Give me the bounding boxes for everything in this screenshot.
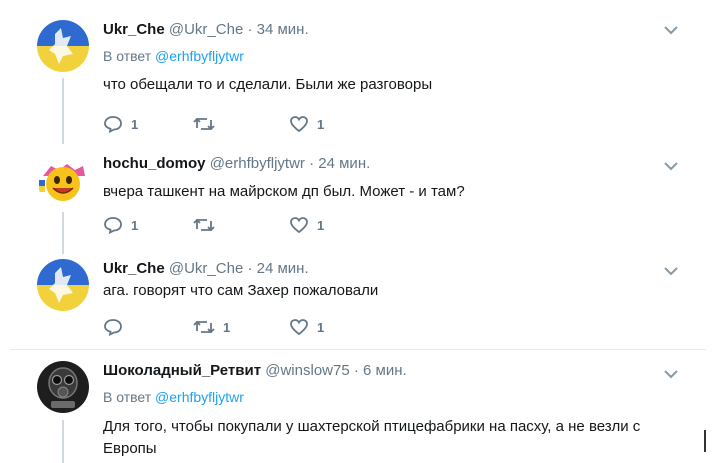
tweet-2[interactable]: hochu_domoy @erhfbyfljytwr · 24 мин. вче… xyxy=(0,150,706,254)
reply-to: В ответ @erhfbyfljytwr xyxy=(103,389,244,405)
like-count: 1 xyxy=(317,217,325,233)
timestamp[interactable]: · 24 мин. xyxy=(309,155,370,172)
retweet-button[interactable] xyxy=(193,214,223,236)
reply-handle-link[interactable]: @erhfbyfljytwr xyxy=(155,48,244,64)
tweet-text: что обещали то и сделали. Были же разгов… xyxy=(103,76,433,93)
like-count: 1 xyxy=(317,116,325,132)
display-name[interactable]: hochu_domoy xyxy=(103,155,206,172)
tweet-1[interactable]: Ukr_Che @Ukr_Che · 34 мин. В ответ @erhf… xyxy=(0,14,706,144)
window-edge xyxy=(704,430,706,452)
retweet-icon xyxy=(193,218,215,232)
tweet-header: Шоколадный_Ретвит @winslow75 · 6 мин. xyxy=(103,362,407,379)
separator xyxy=(10,349,706,350)
tweet-actions: 1 1 xyxy=(103,214,363,236)
timestamp[interactable]: · 34 мин. xyxy=(247,21,308,38)
gasmask-icon xyxy=(37,361,89,413)
heart-icon xyxy=(290,116,308,133)
flag-wolf-icon xyxy=(37,20,89,72)
handle[interactable]: @Ukr_Che xyxy=(169,260,243,277)
tweet-actions: 1 1 xyxy=(103,316,363,338)
retweet-icon xyxy=(193,320,215,334)
avatar[interactable] xyxy=(37,20,89,72)
avatar[interactable] xyxy=(37,259,89,311)
tweet-header: Ukr_Che @Ukr_Che · 34 мин. xyxy=(103,21,309,38)
avatar[interactable] xyxy=(37,361,89,413)
retweet-button[interactable]: 1 xyxy=(193,316,230,338)
timestamp[interactable]: · 6 мин. xyxy=(354,362,407,379)
flag-wolf-icon xyxy=(37,259,89,311)
chevron-down-icon[interactable] xyxy=(664,366,678,379)
chevron-down-icon[interactable] xyxy=(664,158,678,171)
retweet-icon xyxy=(193,117,215,131)
like-button[interactable]: 1 xyxy=(289,214,324,236)
thread-line xyxy=(62,212,64,254)
tweet-text: вчера ташкент на майрском дп был. Может … xyxy=(103,183,465,200)
reply-prefix: В ответ xyxy=(103,48,152,64)
smiley-icon xyxy=(37,154,89,206)
tweet-text: ага. говорят что сам Захер пожаловали xyxy=(103,282,379,299)
reply-count: 1 xyxy=(131,116,139,132)
heart-icon xyxy=(290,319,308,336)
chevron-down-icon[interactable] xyxy=(664,22,678,35)
reply-to: В ответ @erhfbyfljytwr xyxy=(103,48,244,64)
reply-count: 1 xyxy=(131,217,139,233)
tweet-3[interactable]: Ukr_Che @Ukr_Che · 24 мин. ага. говорят … xyxy=(0,257,706,345)
reply-icon xyxy=(104,116,122,133)
handle[interactable]: @Ukr_Che xyxy=(169,21,243,38)
reply-button[interactable]: 1 xyxy=(103,214,138,236)
tweet-text: Для того, чтобы покупали у шахтерской пт… xyxy=(103,418,641,457)
retweet-button[interactable] xyxy=(193,113,223,135)
thread-line xyxy=(62,420,64,463)
heart-icon xyxy=(290,217,308,234)
tweet-actions: 1 1 xyxy=(103,113,363,135)
reply-handle-link[interactable]: @erhfbyfljytwr xyxy=(155,389,244,405)
display-name[interactable]: Ukr_Che xyxy=(103,260,165,277)
handle[interactable]: @erhfbyfljytwr xyxy=(210,155,305,172)
like-count: 1 xyxy=(317,319,325,335)
tweet-header: Ukr_Che @Ukr_Che · 24 мин. xyxy=(103,260,309,277)
reply-prefix: В ответ xyxy=(103,389,152,405)
like-button[interactable]: 1 xyxy=(289,316,324,338)
chevron-down-icon[interactable] xyxy=(664,263,678,276)
retweet-count: 1 xyxy=(223,319,231,335)
reply-icon xyxy=(104,217,122,234)
display-name[interactable]: Ukr_Che xyxy=(103,21,165,38)
reply-button[interactable]: 1 xyxy=(103,113,138,135)
avatar[interactable] xyxy=(37,154,89,206)
like-button[interactable]: 1 xyxy=(289,113,324,135)
timestamp[interactable]: · 24 мин. xyxy=(247,260,308,277)
thread-line xyxy=(62,78,64,144)
tweet-header: hochu_domoy @erhfbyfljytwr · 24 мин. xyxy=(103,155,370,172)
reply-button[interactable] xyxy=(103,316,131,338)
tweet-4[interactable]: Шоколадный_Ретвит @winslow75 · 6 мин. В … xyxy=(0,356,706,463)
reply-icon xyxy=(104,319,122,336)
handle[interactable]: @winslow75 xyxy=(265,362,349,379)
display-name[interactable]: Шоколадный_Ретвит xyxy=(103,362,261,379)
